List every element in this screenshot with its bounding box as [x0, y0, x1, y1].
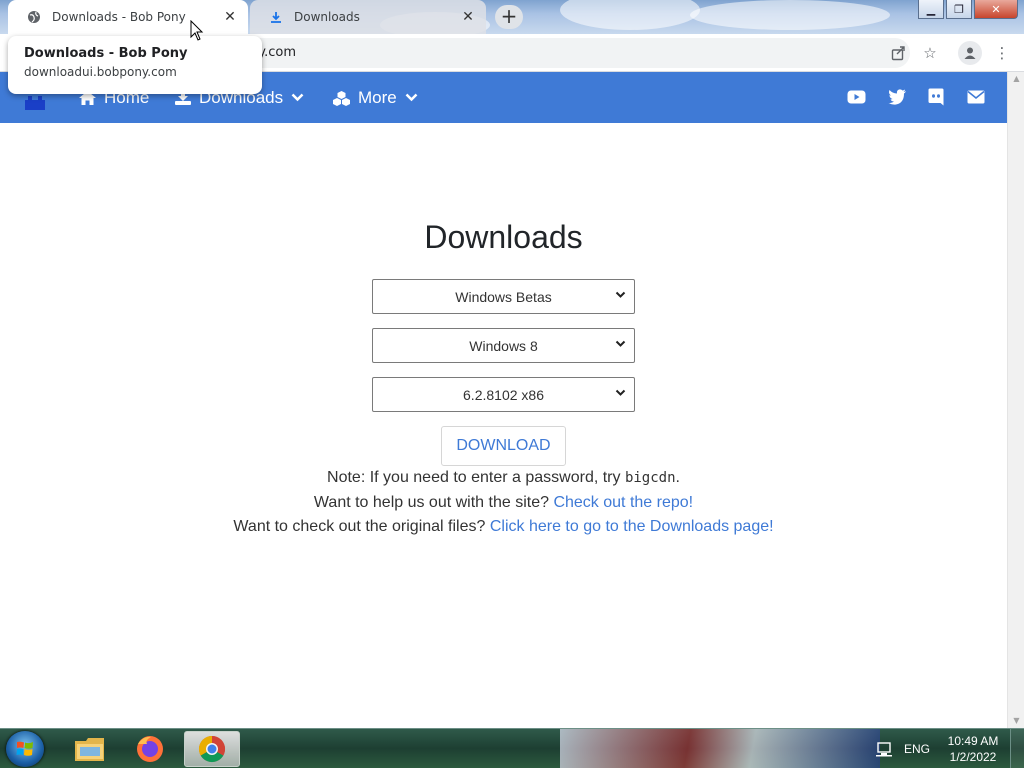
page-content: Downloads Windows Betas Windows 8 6.2.81…	[0, 123, 1007, 728]
show-desktop-button[interactable]	[1010, 729, 1024, 768]
category-select[interactable]: Windows Betas	[372, 279, 635, 314]
close-window-icon[interactable]: ✕	[974, 0, 1018, 19]
mouse-cursor-icon	[190, 20, 204, 41]
tab-title: Downloads	[294, 10, 360, 24]
clock-time: 10:49 AM	[947, 734, 999, 748]
chevron-down-icon	[615, 389, 626, 396]
download-button[interactable]: DOWNLOAD	[441, 426, 566, 466]
chevron-down-icon	[615, 340, 626, 347]
mail-icon[interactable]	[965, 87, 987, 107]
language-indicator[interactable]: ENG	[904, 742, 930, 756]
windows-logo-icon	[16, 741, 33, 756]
original-text: Want to check out the original files?	[233, 518, 490, 535]
password-note: Note: If you need to enter a password, t…	[0, 469, 1007, 487]
tooltip-title: Downloads - Bob Pony	[24, 46, 188, 61]
original-files-note: Want to check out the original files? Cl…	[0, 518, 1007, 536]
chevron-down-icon	[405, 93, 418, 102]
downloads-page-link[interactable]: Click here to go to the Downloads page!	[490, 518, 774, 535]
firefox-icon	[137, 736, 163, 762]
start-button[interactable]	[6, 731, 44, 767]
scroll-down-icon[interactable]: ▼	[1008, 714, 1024, 728]
page-scrollbar[interactable]: ▲ ▼	[1007, 72, 1024, 728]
window-controls: ▁ ❐ ✕	[918, 0, 1018, 19]
share-icon[interactable]	[888, 43, 908, 63]
help-text: Want to help us out with the site?	[313, 494, 554, 511]
chevron-down-icon	[615, 291, 626, 298]
network-icon[interactable]	[875, 741, 894, 757]
password-code: bigcdn	[624, 470, 676, 486]
globe-icon	[26, 9, 42, 25]
sky-cloud	[560, 0, 700, 30]
restore-icon[interactable]: ❐	[946, 0, 972, 19]
twitter-icon[interactable]	[886, 87, 908, 107]
clock[interactable]: 10:49 AM 1/2/2022	[942, 733, 1004, 765]
taskbar-explorer[interactable]	[62, 731, 118, 767]
note-suffix: .	[675, 469, 680, 486]
windows-taskbar: ENG 10:49 AM 1/2/2022	[0, 728, 1024, 768]
nav-more[interactable]: More	[332, 72, 418, 123]
chevron-down-icon	[291, 93, 304, 102]
nav-more-label: More	[358, 87, 397, 107]
profile-icon[interactable]	[958, 41, 982, 65]
cubes-icon	[333, 90, 350, 106]
scroll-up-icon[interactable]: ▲	[1008, 72, 1024, 86]
close-tab-icon[interactable]: ✕	[460, 9, 476, 25]
tab-downloads-bob-pony[interactable]: Downloads - Bob Pony ✕	[8, 0, 248, 34]
tab-downloads[interactable]: Downloads ✕	[250, 0, 486, 34]
taskbar-firefox[interactable]	[122, 731, 178, 767]
discord-icon[interactable]	[925, 87, 947, 107]
close-tab-icon[interactable]: ✕	[222, 9, 238, 25]
tooltip-url: downloadui.bobpony.com	[24, 65, 177, 79]
windows-explorer-icon	[75, 738, 104, 761]
minimize-icon[interactable]: ▁	[918, 0, 944, 19]
tab-strip: Downloads - Bob Pony ✕ Downloads ✕ + ▁ ❐…	[0, 0, 1024, 34]
page-title: Downloads	[424, 219, 583, 255]
build-select[interactable]: 6.2.8102 x86	[372, 377, 635, 412]
note-text: Note: If you need to enter a password, t…	[327, 469, 625, 486]
clock-date: 1/2/2022	[949, 750, 997, 764]
new-tab-button[interactable]: +	[495, 5, 523, 29]
help-note: Want to help us out with the site? Check…	[0, 494, 1007, 512]
download-icon	[268, 9, 284, 25]
repo-link[interactable]: Check out the repo!	[553, 494, 693, 511]
tab-hover-tooltip: Downloads - Bob Pony downloadui.bobpony.…	[8, 36, 262, 94]
system-tray: ENG 10:49 AM 1/2/2022	[875, 729, 1024, 768]
sky-cloud	[690, 0, 890, 30]
wallpaper-strip	[560, 729, 880, 768]
bookmark-star-icon[interactable]: ☆	[920, 43, 940, 63]
version-select-value: Windows 8	[469, 337, 538, 354]
taskbar-chrome[interactable]	[184, 731, 240, 767]
version-select[interactable]: Windows 8	[372, 328, 635, 363]
build-select-value: 6.2.8102 x86	[463, 386, 544, 403]
category-select-value: Windows Betas	[455, 288, 552, 305]
menu-kebab-icon[interactable]: ⋮	[992, 43, 1012, 63]
chrome-icon	[198, 735, 226, 763]
youtube-icon[interactable]	[845, 87, 867, 107]
